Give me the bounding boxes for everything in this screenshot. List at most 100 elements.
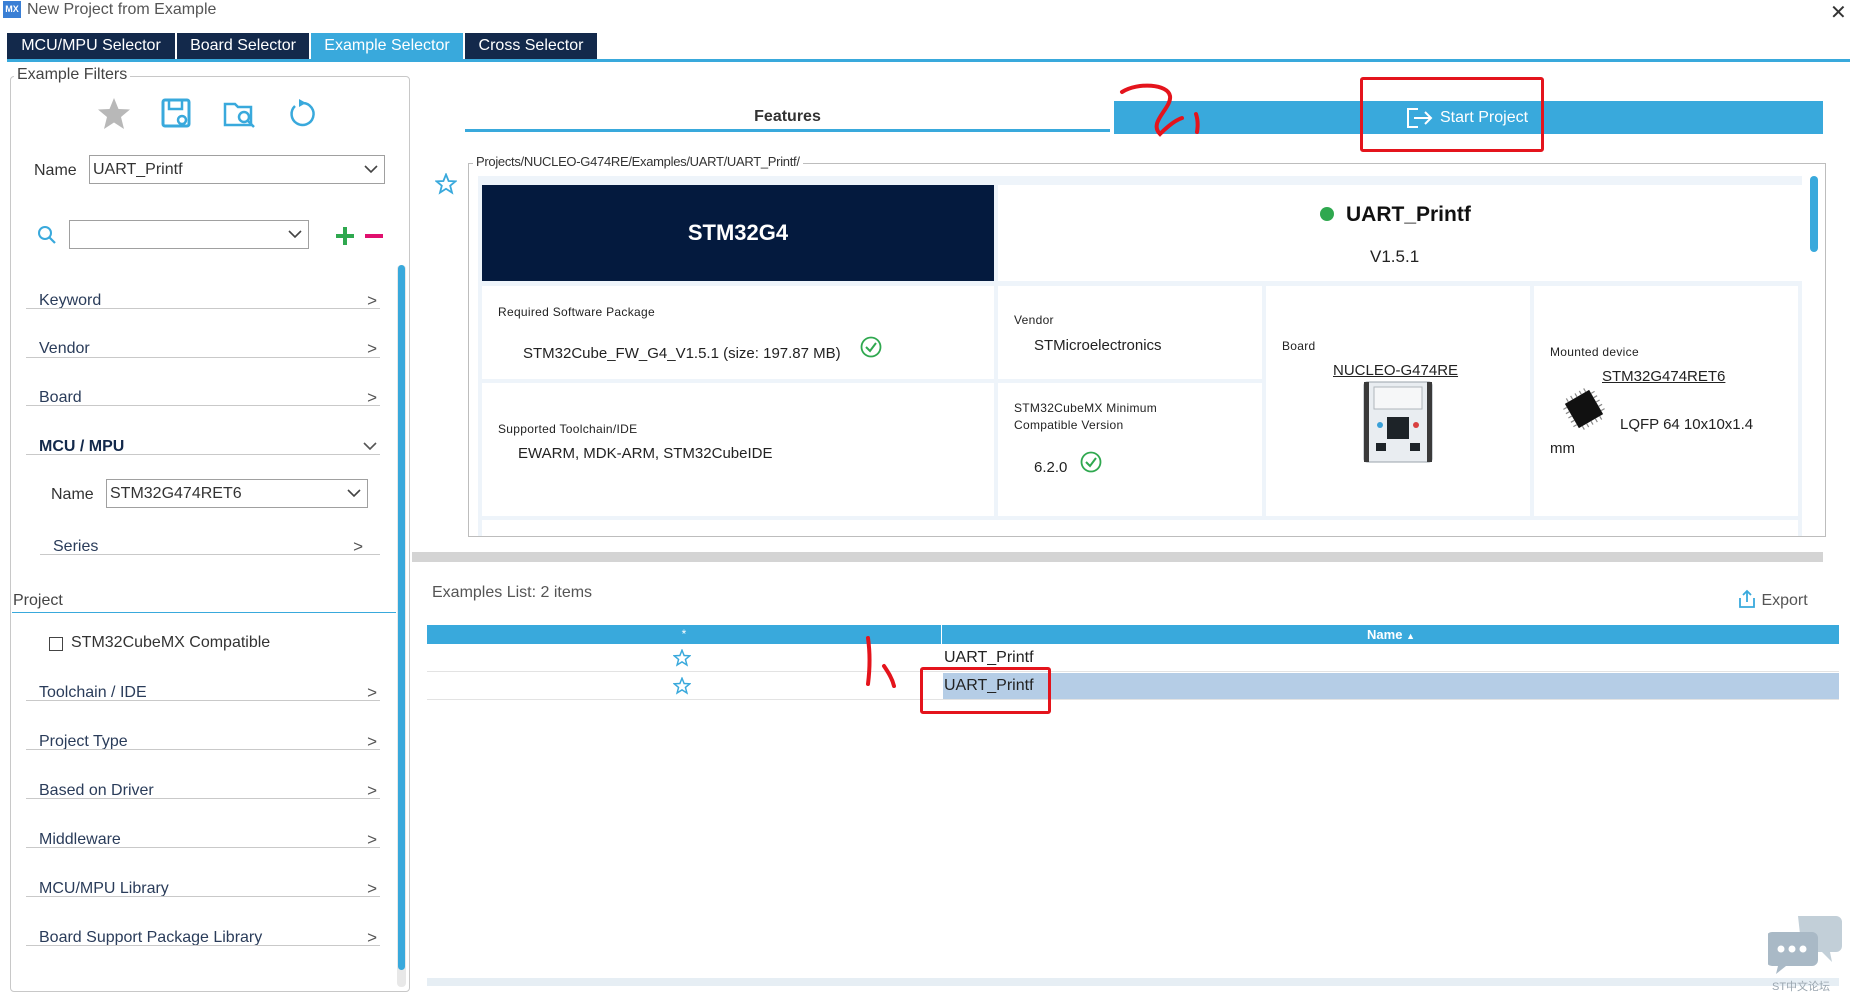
filter-middleware[interactable]: Middleware > — [39, 817, 377, 865]
annotation-box-start-project — [1360, 77, 1544, 152]
title-bar — [0, 0, 1850, 22]
open-folder-icon[interactable] — [222, 96, 258, 132]
add-filter-icon[interactable] — [335, 226, 355, 246]
vendor-value: STMicroelectronics — [1034, 337, 1162, 354]
column-header-name-label: Name — [1367, 627, 1403, 642]
chat-bubble-icon — [1766, 914, 1842, 974]
tab-example-selector[interactable]: Example Selector — [311, 33, 463, 59]
status-dot — [1320, 207, 1334, 221]
divider — [26, 357, 380, 358]
window-title: New Project from Example — [27, 1, 217, 18]
divider — [26, 454, 380, 455]
column-header-name[interactable]: Name ▲ — [943, 625, 1839, 644]
annotation-mark-1: 1, — [860, 636, 900, 688]
divider — [26, 308, 380, 309]
export-button[interactable]: Export — [1737, 589, 1808, 610]
board-label: Board — [1282, 339, 1316, 353]
min-version-label-line1: STM32CubeMX Minimum — [1014, 401, 1158, 415]
chevron-down-icon — [347, 482, 361, 507]
name-filter-combo[interactable]: UART_Printf — [89, 155, 385, 184]
filter-project-type[interactable]: Project Type > — [39, 719, 377, 767]
examples-list-title: Examples List: 2 items — [432, 584, 593, 601]
detail-scrollbar-thumb[interactable] — [1810, 176, 1818, 252]
chevron-down-icon — [364, 158, 378, 183]
filter-vendor-label: Vendor — [39, 340, 90, 357]
chevron-down-icon — [363, 437, 377, 460]
filter-keyword[interactable]: Keyword > — [39, 278, 377, 326]
tab-board-selector[interactable]: Board Selector — [177, 33, 309, 59]
vendor-cell — [998, 286, 1262, 379]
table-row[interactable]: UART_Printf — [427, 645, 1839, 672]
divider — [26, 749, 380, 750]
mcu-name-value: STM32G474RET6 — [110, 485, 242, 502]
save-icon[interactable] — [159, 96, 195, 132]
search-combo[interactable] — [69, 220, 309, 249]
project-section-label: Project — [13, 592, 63, 609]
export-label: Export — [1761, 592, 1808, 609]
tab-mcu-mpu-selector[interactable]: MCU/MPU Selector — [7, 33, 175, 59]
board-image — [1360, 381, 1436, 463]
panel-splitter[interactable] — [412, 552, 1823, 562]
table-row-selected[interactable]: UART_Printf — [427, 673, 1839, 700]
favorite-star-icon[interactable] — [672, 648, 692, 667]
check-ok-icon — [860, 336, 882, 358]
remove-filter-icon[interactable] — [364, 226, 384, 246]
compatible-checkbox[interactable] — [49, 637, 63, 651]
tab-features[interactable]: Features — [465, 104, 1110, 129]
app-logo-icon: MX — [3, 1, 21, 18]
divider — [26, 798, 380, 799]
reset-icon[interactable] — [285, 96, 321, 132]
toolchain-value: EWARM, MDK-ARM, STM32CubeIDE — [518, 445, 773, 462]
sort-up-icon: ▲ — [1406, 631, 1415, 641]
mcu-name-combo[interactable]: STM32G474RET6 — [106, 479, 368, 508]
mcu-name-label: Name — [51, 486, 94, 503]
divider — [26, 896, 380, 897]
toolchain-label: Supported Toolchain/IDE — [498, 422, 638, 436]
left-scrollbar-thumb[interactable] — [398, 265, 405, 970]
vendor-label: Vendor — [1014, 313, 1054, 327]
required-software-label: Required Software Package — [498, 305, 655, 319]
tab-underline — [7, 59, 1850, 62]
filter-series[interactable]: Series > — [53, 524, 363, 572]
divider — [26, 405, 380, 406]
name-filter-label: Name — [34, 162, 77, 179]
selection-highlight — [943, 673, 1839, 699]
min-version-value: 6.2.0 — [1034, 459, 1068, 476]
divider — [26, 847, 380, 848]
chevron-down-icon — [288, 223, 302, 248]
filter-board[interactable]: Board > — [39, 375, 377, 423]
mounted-device-link[interactable]: STM32G474RET6 — [1602, 368, 1725, 385]
features-underline — [465, 129, 1110, 132]
board-link[interactable]: NUCLEO-G474RE — [1333, 362, 1458, 379]
chevron-right-icon: > — [367, 339, 377, 358]
required-software-cell — [482, 286, 994, 379]
filter-toolchain-ide[interactable]: Toolchain / IDE > — [39, 670, 377, 718]
divider — [26, 945, 380, 946]
annotation-mark-2-text: 2, — [1118, 82, 1119, 83]
mounted-device-label: Mounted device — [1550, 345, 1639, 359]
filter-vendor[interactable]: Vendor > — [39, 326, 377, 374]
filter-mcu-mpu[interactable]: MCU / MPU — [39, 424, 377, 472]
horizontal-scrollbar[interactable] — [427, 978, 1839, 986]
example-path: Projects/NUCLEO-G474RE/Examples/UART/UAR… — [473, 154, 803, 169]
min-version-label-line2: Compatible Version — [1014, 418, 1124, 432]
favorite-star-icon[interactable] — [434, 172, 458, 195]
divider — [26, 700, 380, 701]
filter-bsp-library[interactable]: Board Support Package Library > — [39, 915, 377, 963]
divider — [40, 554, 380, 555]
annotation-box-selected-row — [920, 667, 1051, 714]
watermark-text: ST中文论坛 — [1772, 981, 1831, 993]
filter-mcu-mpu-library[interactable]: MCU/MPU Library > — [39, 866, 377, 914]
search-icon — [37, 225, 57, 245]
star-icon[interactable] — [96, 96, 132, 132]
example-name: UART_Printf — [1346, 203, 1471, 226]
favorite-star-icon[interactable] — [672, 676, 692, 695]
filter-based-on-driver[interactable]: Based on Driver > — [39, 768, 377, 816]
annotation-mark-2: 2, — [1118, 82, 1218, 138]
close-icon[interactable]: ✕ — [1830, 0, 1847, 25]
divider — [12, 612, 396, 613]
chip-icon — [1560, 385, 1608, 433]
tab-cross-selector[interactable]: Cross Selector — [465, 33, 597, 59]
annotation-mark-1-text: 1, — [860, 636, 861, 637]
detail-next-row — [482, 520, 1798, 536]
